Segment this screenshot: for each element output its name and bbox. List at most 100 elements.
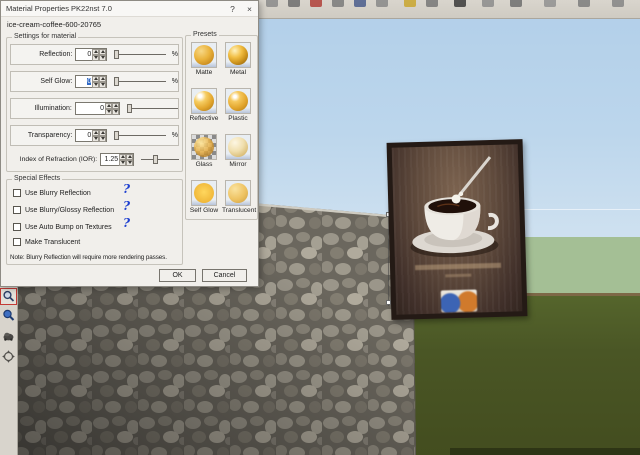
ground-shadow	[450, 448, 640, 455]
transparency-row: Transparency: 0 %	[10, 125, 179, 146]
spin-down-icon[interactable]	[92, 135, 100, 142]
preset-metal[interactable]: Metal	[222, 42, 254, 76]
mirror-sphere-icon[interactable]	[225, 134, 251, 160]
reflection-slider[interactable]	[114, 50, 166, 59]
orbit-icon[interactable]	[1, 349, 16, 364]
spin-down-icon[interactable]	[112, 108, 119, 115]
toolbar-icon[interactable]	[482, 0, 494, 7]
help-question-icon[interactable]: ?	[123, 199, 130, 213]
translucent-sphere-icon[interactable]	[225, 180, 251, 206]
preset-glass[interactable]: Glass	[188, 134, 220, 168]
self-glow-unit: %	[171, 78, 178, 85]
toolbar-icon[interactable]	[288, 0, 300, 7]
material-properties-dialog: Material Properties PK22nst 7.0 ? × ice-…	[0, 0, 259, 287]
matte-sphere-icon[interactable]	[191, 42, 217, 68]
pan-icon[interactable]	[1, 329, 16, 344]
auto-bump-checkbox[interactable]	[13, 223, 21, 231]
left-toolbar[interactable]	[0, 285, 18, 455]
toolbar-icon[interactable]	[510, 0, 522, 7]
illumination-spinbox[interactable]: 0	[74, 102, 120, 115]
metal-sphere-icon[interactable]	[225, 42, 251, 68]
ior-value[interactable]: 1.25	[101, 156, 119, 163]
preset-reflective[interactable]: Reflective	[188, 88, 220, 122]
reflection-row: Reflection: 0 %	[10, 44, 179, 65]
auto-bump-label: Use Auto Bump on Textures	[25, 223, 112, 231]
ior-spinbox[interactable]: 1.25	[100, 153, 135, 166]
toolbar-icon[interactable]	[310, 0, 322, 7]
ok-button[interactable]: OK	[159, 269, 196, 282]
spin-down-icon[interactable]	[105, 108, 112, 115]
preset-translucent[interactable]: Translucent	[222, 180, 256, 214]
top-toolbar[interactable]	[258, 0, 640, 19]
self-glow-row: Self Glow: 0 %	[10, 71, 179, 92]
special-effects-group: Special Effects Use Blurry Reflection ? …	[6, 175, 183, 265]
blurry-glossy-label: Use Blurry/Glossy Reflection	[25, 206, 115, 214]
self-glow-value[interactable]: 0	[87, 78, 92, 85]
make-translucent-label: Make Translucent	[25, 238, 81, 246]
preset-mirror[interactable]: Mirror	[222, 134, 254, 168]
ior-row: Index of Refraction (IOR): 1.25	[10, 151, 179, 168]
plastic-sphere-icon[interactable]	[225, 88, 251, 114]
zoom-icon[interactable]	[1, 308, 16, 323]
cancel-button[interactable]: Cancel	[202, 269, 247, 282]
coffee-poster-panel[interactable]	[386, 139, 528, 320]
glass-sphere-icon[interactable]	[191, 134, 217, 160]
help-question-icon[interactable]: ?	[123, 182, 130, 196]
self-glow-sphere-icon[interactable]	[191, 180, 217, 206]
illumination-value[interactable]: 0	[89, 105, 105, 112]
toolbar-icon[interactable]	[578, 0, 590, 7]
make-translucent-checkbox[interactable]	[13, 238, 21, 246]
reflection-unit: %	[171, 51, 178, 58]
preset-self-glow[interactable]: Self Glow	[188, 180, 220, 214]
transparency-value[interactable]: 0	[76, 132, 92, 139]
blurry-glossy-row: Use Blurry/Glossy Reflection	[13, 205, 114, 215]
auto-bump-row: Use Auto Bump on Textures	[13, 222, 112, 232]
transparency-slider[interactable]	[114, 131, 166, 140]
make-translucent-row: Make Translucent	[13, 237, 80, 247]
toolbar-icon[interactable]	[426, 0, 438, 7]
toolbar-icon[interactable]	[544, 0, 556, 7]
spin-down-icon[interactable]	[126, 159, 134, 166]
transparency-spinbox[interactable]: 0	[75, 129, 108, 142]
illumination-label: Illumination:	[34, 105, 72, 112]
spin-down-icon[interactable]	[99, 81, 107, 88]
preset-matte[interactable]: Matte	[188, 42, 220, 76]
blurry-reflection-row: Use Blurry Reflection	[13, 188, 91, 198]
preset-plastic[interactable]: Plastic	[222, 88, 254, 122]
toolbar-icon[interactable]	[332, 0, 344, 7]
toolbar-icon[interactable]	[376, 0, 388, 7]
spin-down-icon[interactable]	[92, 81, 100, 88]
spin-down-icon[interactable]	[99, 54, 107, 61]
illumination-slider[interactable]	[127, 104, 179, 113]
dialog-titlebar[interactable]: Material Properties PK22nst 7.0 ? ×	[1, 1, 258, 17]
reflective-sphere-icon[interactable]	[191, 88, 217, 114]
help-button[interactable]: ?	[224, 3, 241, 15]
self-glow-label: Self Glow:	[40, 78, 73, 85]
reflection-spinbox[interactable]: 0	[75, 48, 108, 61]
ior-label: Index of Refraction (IOR):	[19, 156, 98, 163]
toolbar-icon[interactable]	[612, 0, 624, 7]
toolbar-icon[interactable]	[354, 0, 366, 7]
material-name: ice-cream-coffee-600-20765	[7, 20, 102, 29]
self-glow-spinbox[interactable]: 0	[75, 75, 108, 88]
toolbar-icon[interactable]	[454, 0, 466, 7]
toolbar-icon[interactable]	[404, 0, 416, 7]
effects-group-label: Special Effects	[12, 175, 63, 182]
transparency-unit: %	[171, 132, 178, 139]
reflection-value[interactable]: 0	[76, 51, 92, 58]
coffee-cup-illustration	[410, 156, 499, 258]
blurry-reflection-checkbox[interactable]	[13, 189, 21, 197]
ior-slider[interactable]	[141, 155, 179, 164]
zoom-window-icon[interactable]	[0, 288, 17, 305]
close-button[interactable]: ×	[241, 3, 258, 15]
spin-down-icon[interactable]	[99, 135, 107, 142]
self-glow-slider[interactable]	[114, 77, 166, 86]
presets-group-label: Presets	[191, 31, 219, 38]
spin-down-icon[interactable]	[119, 159, 127, 166]
blurry-reflection-label: Use Blurry Reflection	[25, 189, 91, 197]
help-question-icon[interactable]: ?	[123, 216, 130, 230]
spin-down-icon[interactable]	[92, 54, 100, 61]
blurry-glossy-checkbox[interactable]	[13, 206, 21, 214]
poster-caption-text	[415, 262, 501, 271]
toolbar-icon[interactable]	[266, 0, 278, 7]
